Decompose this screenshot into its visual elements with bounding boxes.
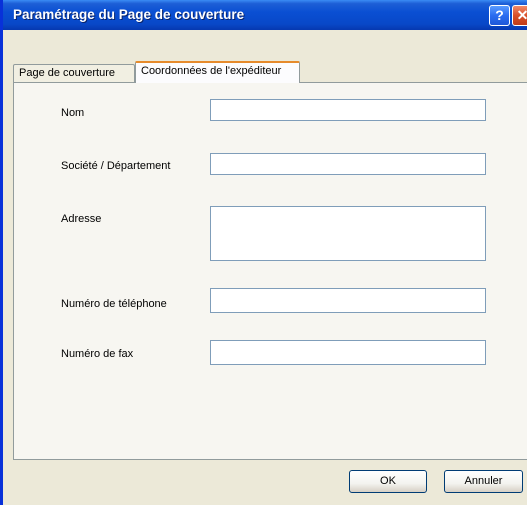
close-icon: ✕ bbox=[517, 7, 527, 23]
title-bar[interactable]: Paramétrage du Page de couverture ? ✕ bbox=[3, 0, 527, 30]
address-field[interactable] bbox=[210, 206, 486, 261]
tab-coordonnees-expediteur[interactable]: Coordonnées de l'expéditeur bbox=[135, 61, 300, 83]
name-label: Nom bbox=[61, 107, 85, 119]
fax-field[interactable] bbox=[210, 340, 486, 365]
tab-panel: Nom Société / Département Adresse Numéro… bbox=[13, 82, 527, 460]
help-icon: ? bbox=[495, 7, 504, 23]
dialog-window: Paramétrage du Page de couverture ? ✕ Pa… bbox=[0, 0, 527, 505]
company-label: Société / Département bbox=[61, 160, 171, 172]
phone-label: Numéro de téléphone bbox=[61, 298, 167, 310]
tab-page-de-couverture[interactable]: Page de couverture bbox=[13, 64, 135, 83]
name-field[interactable] bbox=[210, 99, 486, 121]
tab-strip: Page de couverture Coordonnées de l'expé… bbox=[13, 58, 527, 83]
window-title: Paramétrage du Page de couverture bbox=[13, 7, 245, 22]
phone-field[interactable] bbox=[210, 288, 486, 313]
fax-label: Numéro de fax bbox=[61, 348, 134, 360]
address-label: Adresse bbox=[61, 213, 102, 225]
cancel-button[interactable]: Annuler bbox=[444, 470, 523, 493]
ok-button[interactable]: OK bbox=[349, 470, 427, 493]
close-button[interactable]: ✕ bbox=[512, 5, 527, 26]
help-button[interactable]: ? bbox=[489, 5, 510, 26]
company-field[interactable] bbox=[210, 153, 486, 175]
